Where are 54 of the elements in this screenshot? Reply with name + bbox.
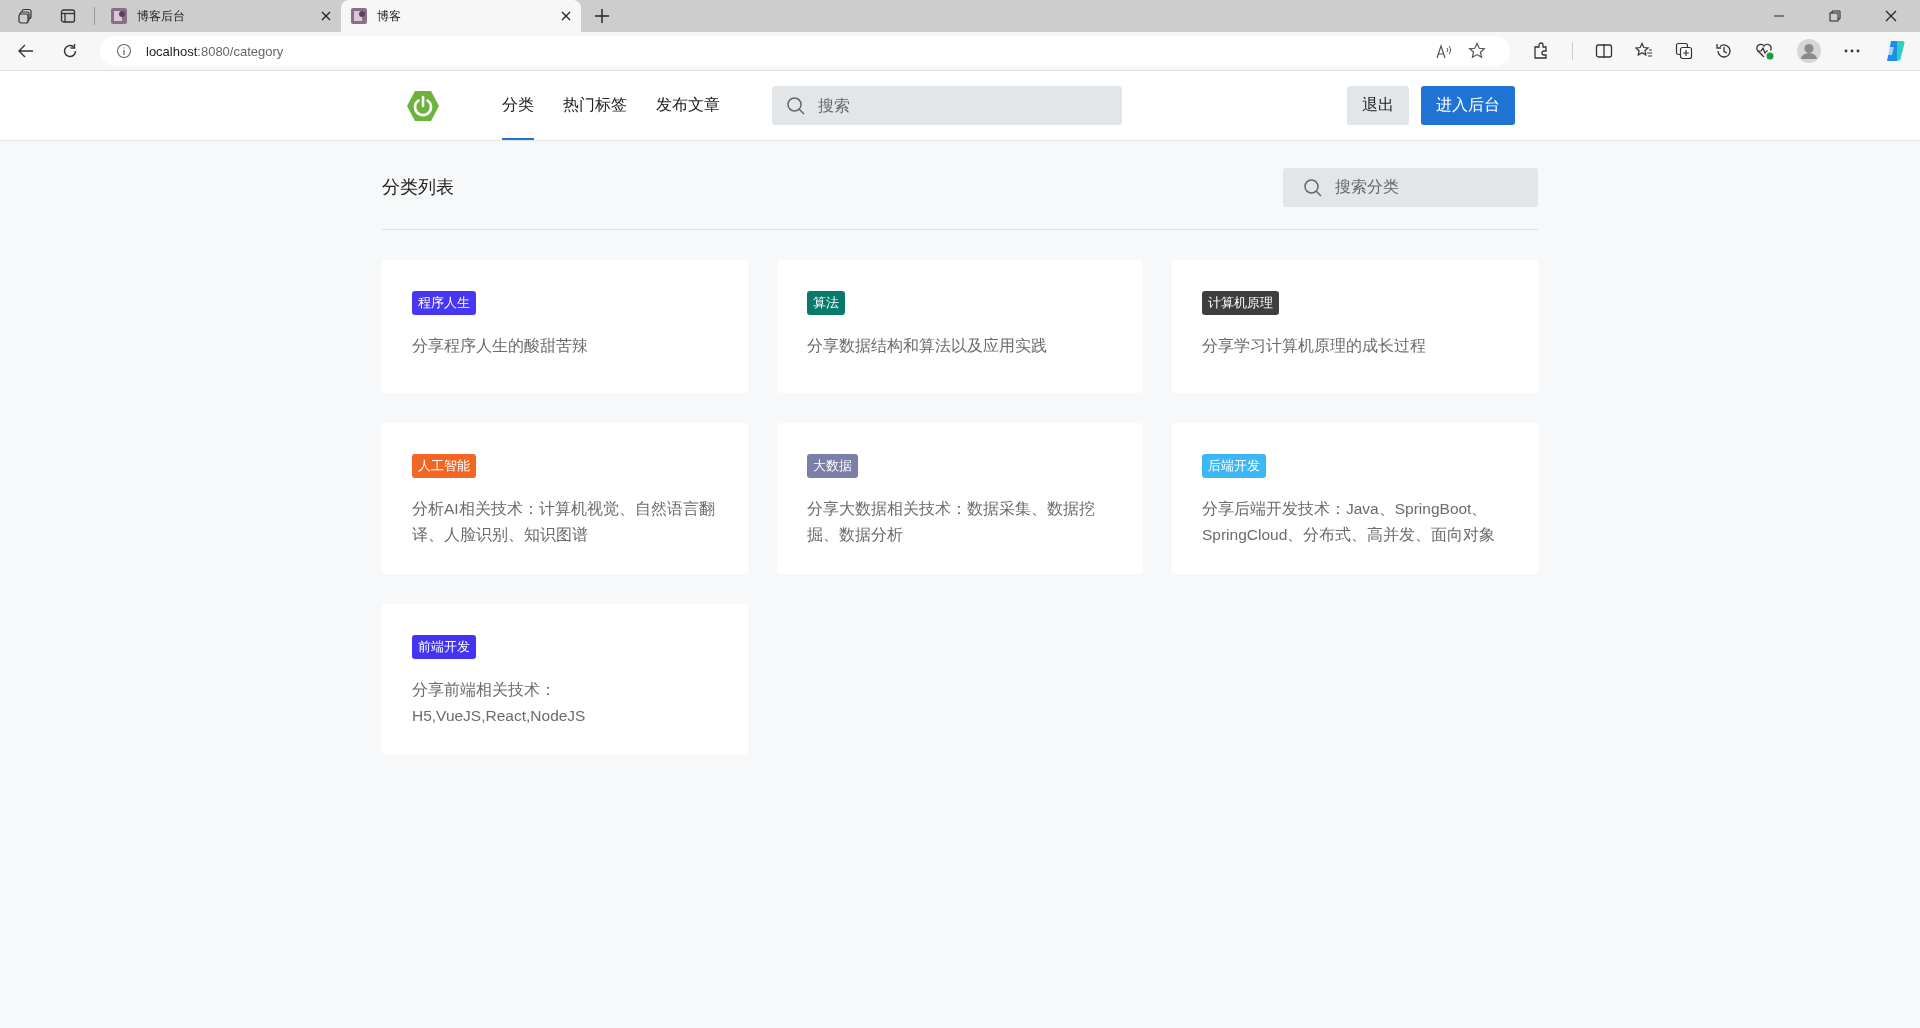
- favorites-icon[interactable]: [1635, 42, 1653, 60]
- category-description: 分享数据结构和算法以及应用实践: [807, 336, 1048, 356]
- category-description: 分享大数据相关技术：数据采集、数据挖掘、数据分析: [807, 499, 1096, 545]
- category-description: 分享前端相关技术：H5,VueJS,React,NodeJS: [412, 680, 587, 726]
- category-tag[interactable]: 计算机原理: [1202, 291, 1279, 315]
- info-icon[interactable]: [116, 43, 132, 59]
- category-description: 分享程序人生的酸甜苦辣: [412, 336, 589, 356]
- restore-icon[interactable]: [1829, 10, 1841, 22]
- address-field[interactable]: localhost:8080/category: [100, 36, 1510, 66]
- star-icon[interactable]: [1468, 42, 1486, 60]
- refresh-icon[interactable]: [62, 43, 78, 59]
- category-card[interactable]: 人工智能 分析AI相关技术：计算机视觉、自然语言翻译、人脸识别、知识图谱: [382, 423, 748, 574]
- health-icon[interactable]: [1755, 42, 1775, 60]
- category-tag[interactable]: 前端开发: [412, 635, 476, 659]
- category-description: 分析AI相关技术：计算机视觉、自然语言翻译、人脸识别、知识图谱: [412, 499, 716, 545]
- split-screen-icon[interactable]: [1595, 42, 1613, 60]
- browser-tab[interactable]: 博客: [341, 0, 581, 32]
- category-description: 分享后端开发技术：Java、SpringBoot、SpringCloud、分布式、高并发、面向对象: [1202, 499, 1497, 545]
- favicon-icon: [111, 8, 127, 24]
- favicon-icon: [351, 8, 367, 24]
- category-card[interactable]: 计算机原理 分享学习计算机原理的成长过程: [1172, 260, 1538, 393]
- category-search-field[interactable]: 搜索分类: [1283, 167, 1538, 207]
- page-title: 分类列表: [382, 176, 454, 199]
- nav-link[interactable]: 分类: [502, 71, 534, 140]
- back-icon[interactable]: [18, 43, 34, 59]
- category-card[interactable]: 后端开发 分享后端开发技术：Java、SpringBoot、SpringCloud、分布式、高并发、面向对象: [1172, 423, 1538, 574]
- profile-avatar-icon[interactable]: [1797, 39, 1821, 63]
- category-card[interactable]: 前端开发 分享前端相关技术：H5,VueJS,React,NodeJS: [382, 604, 748, 755]
- close-tab-icon[interactable]: [321, 11, 331, 21]
- category-card[interactable]: 算法 分享数据结构和算法以及应用实践: [777, 260, 1143, 393]
- nav-link[interactable]: 发布文章: [656, 71, 720, 140]
- close-tab-icon[interactable]: [561, 11, 571, 21]
- logout-button[interactable]: 退出: [1347, 86, 1409, 125]
- category-description: 分享学习计算机原理的成长过程: [1202, 336, 1427, 356]
- category-tag[interactable]: 程序人生: [412, 291, 476, 315]
- extensions-icon[interactable]: [1532, 42, 1550, 60]
- tab-actions-icon[interactable]: [60, 8, 76, 24]
- power-logo-icon[interactable]: [406, 89, 440, 122]
- close-icon[interactable]: [1885, 10, 1897, 22]
- category-card[interactable]: 程序人生 分享程序人生的酸甜苦辣: [382, 260, 748, 393]
- new-tab-icon[interactable]: [595, 9, 609, 23]
- browser-tab[interactable]: 博客后台: [101, 0, 341, 32]
- search-field[interactable]: 搜索: [772, 86, 1122, 125]
- collections-icon[interactable]: [1675, 42, 1693, 60]
- read-aloud-icon[interactable]: [1436, 43, 1454, 59]
- search-icon: [1303, 177, 1323, 198]
- category-card[interactable]: 大数据 分享大数据相关技术：数据采集、数据挖掘、数据分析: [777, 423, 1143, 574]
- category-tag[interactable]: 大数据: [807, 454, 858, 478]
- admin-button[interactable]: 进入后台: [1421, 86, 1515, 125]
- category-tag[interactable]: 算法: [807, 291, 845, 315]
- workspaces-icon[interactable]: [18, 8, 34, 24]
- nav-link[interactable]: 热门标签: [563, 71, 627, 140]
- history-icon[interactable]: [1715, 42, 1733, 60]
- search-icon: [786, 96, 806, 116]
